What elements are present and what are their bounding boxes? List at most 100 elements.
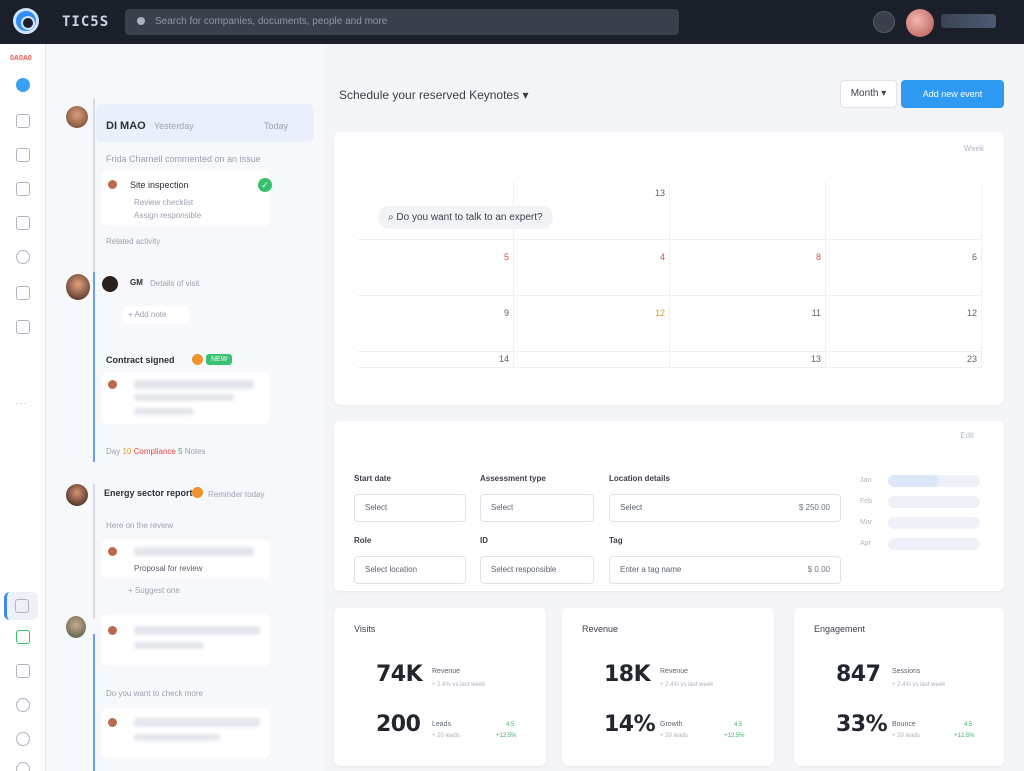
field-label: ID xyxy=(480,536,488,545)
field-amount: $ 0.00 xyxy=(807,565,830,574)
avatar[interactable] xyxy=(102,276,118,292)
stat-trend: +12.5% xyxy=(954,733,975,739)
docs-icon[interactable] xyxy=(16,320,30,334)
item-dot-icon xyxy=(108,718,117,727)
field-input[interactable]: Select xyxy=(354,494,466,522)
month-select-button[interactable]: Month ▾ xyxy=(840,80,897,108)
footer-count: 10 xyxy=(122,447,132,456)
user-avatar[interactable] xyxy=(906,9,934,37)
calendar-day-cell[interactable]: 5 xyxy=(358,240,514,296)
calendar-header-day: 13 xyxy=(655,188,666,198)
expert-tooltip[interactable]: ⌕ Do you want to talk to an expert? xyxy=(378,206,553,229)
avatar[interactable] xyxy=(66,274,90,300)
feed-item-card[interactable]: Proposal for review xyxy=(102,539,270,579)
calendar-day-cell[interactable]: 12 xyxy=(514,296,670,352)
files-icon[interactable] xyxy=(16,216,30,230)
feed-entry-title: GM xyxy=(130,278,143,287)
feed-item-card[interactable] xyxy=(102,372,270,424)
item-dot-icon xyxy=(108,626,117,635)
avatar[interactable] xyxy=(66,106,88,128)
stat-subcaption: + 2.4% vs last week xyxy=(660,682,714,688)
help-icon[interactable] xyxy=(16,732,30,746)
calendar-header-cell xyxy=(826,182,982,240)
stat-value-secondary: 200 xyxy=(376,712,421,737)
app-logo-icon[interactable] xyxy=(13,8,39,34)
store-icon[interactable] xyxy=(16,630,30,644)
more-icon[interactable]: ... xyxy=(16,396,27,407)
blurred-text xyxy=(134,394,234,401)
feed-item-card[interactable] xyxy=(102,614,270,666)
calendar-icon[interactable] xyxy=(16,114,30,128)
calendar-day-cell[interactable]: 4 xyxy=(514,240,670,296)
calendar-day-cell[interactable]: 9 xyxy=(358,296,514,352)
month-select-label: Month xyxy=(850,88,879,99)
status-badge: NEW xyxy=(206,354,233,365)
profile-icon[interactable] xyxy=(16,762,30,771)
calendar-day-number: 6 xyxy=(971,252,977,262)
filter-panel-control[interactable]: Edit xyxy=(960,431,974,440)
calendar-day-cell[interactable]: 11 xyxy=(670,296,826,352)
field-input[interactable]: Enter a tag name $ 0.00 xyxy=(609,556,841,584)
clock-icon[interactable] xyxy=(16,250,30,264)
calendar-header-cell xyxy=(670,182,826,240)
search-bar[interactable]: Search for companies, documents, people … xyxy=(125,9,679,35)
field-amount: $ 250.00 xyxy=(798,503,830,512)
settings-icon[interactable] xyxy=(15,599,29,613)
calendar-day-cell[interactable]: 6 xyxy=(826,240,982,296)
page-title[interactable]: Schedule your reserved Keynotes ▾ xyxy=(339,88,528,102)
feed-entry-description: Do you want to check more xyxy=(106,689,203,698)
feed-entry-meta: Yesterday xyxy=(154,121,194,131)
stat-subcaption: + 20 leads xyxy=(432,733,460,739)
calendar-day-cell[interactable]: 13 xyxy=(670,352,826,368)
stat-subcaption: + 2.4% vs last week xyxy=(432,682,486,688)
people-icon[interactable] xyxy=(16,148,30,162)
archive-icon[interactable] xyxy=(16,664,30,678)
status-dot-icon xyxy=(192,354,203,365)
feed-entry-header[interactable]: DI MAO Yesterday Today xyxy=(96,104,314,142)
timeline-line xyxy=(93,634,95,771)
field-label: Assessment type xyxy=(480,474,546,483)
avatar[interactable] xyxy=(66,616,86,638)
calendar-view-control[interactable]: Week xyxy=(964,144,984,153)
calendar-day-cell[interactable] xyxy=(514,352,670,368)
chat-icon[interactable] xyxy=(16,182,30,196)
field-input[interactable]: Select responsible xyxy=(480,556,594,584)
home-icon[interactable] xyxy=(16,78,30,92)
bar-label: Jan xyxy=(860,477,872,484)
footer-tag: Compliance xyxy=(133,447,176,456)
feed-entry-description: Frida Charnell commented on an issue xyxy=(106,154,261,164)
left-rail: 0A0A0 ... xyxy=(0,44,46,771)
link-icon[interactable] xyxy=(16,698,30,712)
timeline-line xyxy=(93,98,95,294)
feed-entry-footer[interactable]: + Suggest one xyxy=(128,586,180,595)
add-event-button[interactable]: Add new event xyxy=(901,80,1004,108)
stat-caption: Revenue xyxy=(432,668,461,675)
calendar-day-cell[interactable]: 8 xyxy=(670,240,826,296)
lock-icon[interactable] xyxy=(16,286,30,300)
calendar-day-cell[interactable]: 12 xyxy=(826,296,982,352)
feed-item-title: Proposal for review xyxy=(134,564,203,573)
user-name-placeholder[interactable] xyxy=(941,14,996,28)
field-input[interactable]: Select xyxy=(480,494,594,522)
notifications-icon[interactable] xyxy=(873,11,895,33)
progress-bar-fill xyxy=(888,475,939,487)
field-input[interactable]: Select location xyxy=(354,556,466,584)
timeline-line xyxy=(93,272,95,462)
blurred-text xyxy=(134,734,220,741)
calendar-day-number: 14 xyxy=(498,354,509,364)
avatar[interactable] xyxy=(66,484,88,506)
calendar-day-number: 11 xyxy=(811,308,821,318)
stat-caption: Revenue xyxy=(660,668,689,675)
stat-value-primary: 74K xyxy=(376,662,423,687)
stat-title: Visits xyxy=(354,624,376,634)
calendar-day-cell[interactable]: 23 xyxy=(826,352,982,368)
field-input[interactable]: Select $ 250.00 xyxy=(609,494,841,522)
calendar-day-cell[interactable]: 14 xyxy=(358,352,514,368)
feed-item-card[interactable]: Site inspection Review checklist Assign … xyxy=(102,170,270,226)
progress-bar xyxy=(888,538,980,550)
progress-bar xyxy=(888,475,980,487)
feed-item-card[interactable] xyxy=(102,708,270,758)
progress-bar xyxy=(888,517,980,529)
feed-entry-footer[interactable]: Related activity xyxy=(106,237,160,246)
add-note-chip[interactable]: + Add note xyxy=(122,306,190,324)
